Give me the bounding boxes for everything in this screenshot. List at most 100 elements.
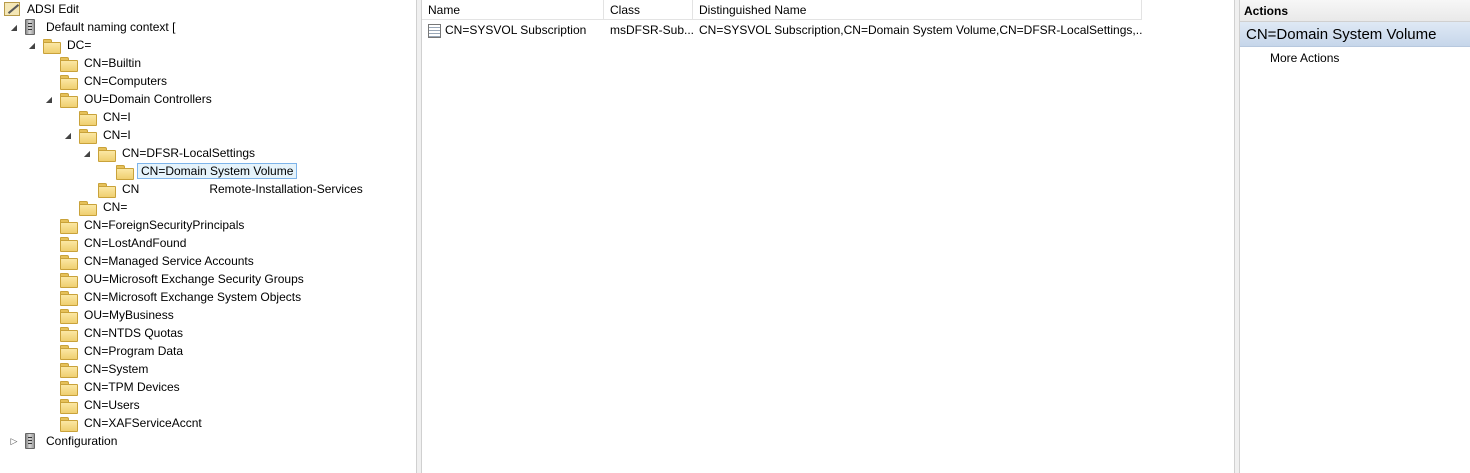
result-list: Name Class Distinguished Name CN=SYSVOL … [422, 0, 1234, 473]
tree-node-label: CN=ForeignSecurityPrincipals [84, 218, 245, 232]
tree-node-domain-system-volume[interactable]: CN=Domain System Volume [116, 162, 298, 180]
tree-node-exchange-security-groups[interactable]: OU=Microsoft Exchange Security Groups [60, 270, 307, 288]
expand-arrow-icon[interactable]: ▷ [8, 435, 20, 447]
more-actions-label: More Actions [1270, 51, 1340, 65]
expand-arrow-icon[interactable]: ◢ [43, 93, 55, 105]
tree-node-label: CN=XAFServiceAccnt [84, 416, 202, 430]
folder-icon [60, 290, 78, 306]
folder-icon [60, 380, 78, 396]
tree-node-computers[interactable]: CN=Computers [60, 72, 170, 90]
folder-icon [43, 38, 61, 54]
tree-node-tpm-devices[interactable]: CN=TPM Devices [60, 378, 183, 396]
tree-node-label: CN=I [103, 128, 131, 142]
tree-node-users[interactable]: CN=Users [60, 396, 143, 414]
tree-node-label: OU=Domain Controllers [84, 92, 212, 106]
console-tree: ADSI Edit ◢ Default naming context [ ◢ D… [0, 0, 416, 473]
actions-group-header[interactable]: CN=Domain System Volume [1240, 22, 1470, 47]
tree-node-label: CN=System [84, 362, 149, 376]
tree-node-default-naming-context[interactable]: ◢ Default naming context [ [8, 18, 178, 36]
tree-node-dc[interactable]: ◢ DC= [26, 36, 94, 54]
tree-node-program-data[interactable]: CN=Program Data [60, 342, 186, 360]
column-header-name[interactable]: Name [422, 0, 604, 20]
tree-node-ntds-quotas[interactable]: CN=NTDS Quotas [60, 324, 186, 342]
actions-pane: Actions CN=Domain System Volume More Act… [1240, 0, 1470, 473]
server-icon [25, 19, 35, 35]
tree-node-label: OU=Microsoft Exchange Security Groups [84, 272, 304, 286]
tree-node-cn-i-2[interactable]: ◢ CN=I [62, 126, 134, 144]
more-actions-item[interactable]: More Actions [1240, 47, 1470, 69]
tree-root-label: ADSI Edit [27, 2, 80, 16]
cell-distinguished-name: CN=SYSVOL Subscription,CN=Domain System … [699, 23, 1142, 37]
server-icon [25, 433, 35, 449]
folder-icon [60, 308, 78, 324]
submenu-arrow-icon [1248, 47, 1260, 69]
tree-node-label: CN=Users [84, 398, 140, 412]
cell-class: msDFSR-Sub... [610, 23, 693, 37]
object-icon [428, 23, 441, 38]
folder-icon [60, 74, 78, 90]
tree-node-label: CN=NTDS Quotas [84, 326, 184, 340]
tree-node-label: CN=Computers [84, 74, 168, 88]
expand-arrow-icon[interactable]: ◢ [26, 39, 38, 51]
tree-node-domain-controllers[interactable]: ◢ OU=Domain Controllers [43, 90, 215, 108]
tree-node-cn-blank[interactable]: CN= [79, 198, 130, 216]
cell-name-text: CN=SYSVOL Subscription [445, 23, 587, 37]
tree-node-cn-i-1[interactable]: CN=I [79, 108, 134, 126]
tree-node-system[interactable]: CN=System [60, 360, 151, 378]
tree-node-mybusiness[interactable]: OU=MyBusiness [60, 306, 177, 324]
tree-node-label: OU=MyBusiness [84, 308, 174, 322]
expand-arrow-icon[interactable]: ◢ [62, 129, 74, 141]
folder-icon [116, 164, 134, 180]
tree-node-label: CN [122, 182, 140, 196]
cell-name: CN=SYSVOL Subscription [422, 20, 604, 40]
tree-node-label: CN=TPM Devices [84, 380, 180, 394]
tree-node-xafserviceaccnt[interactable]: CN=XAFServiceAccnt [60, 414, 205, 432]
tree-node-remote-installation-services[interactable]: CN Remote-Installation-Services [98, 180, 366, 198]
folder-icon [79, 200, 97, 216]
tree-node-configuration[interactable]: ▷ Configuration [8, 432, 120, 450]
tree-node-label: Default naming context [ [46, 20, 176, 34]
tree-node-label: CN= [103, 200, 128, 214]
tree-node-label: CN=DFSR-LocalSettings [122, 146, 256, 160]
tree-node-exchange-system-objects[interactable]: CN=Microsoft Exchange System Objects [60, 288, 304, 306]
folder-icon [60, 56, 78, 72]
folder-icon [60, 218, 78, 234]
tree-node-label: CN=I [103, 110, 131, 124]
folder-icon [60, 92, 78, 108]
folder-icon [60, 272, 78, 288]
folder-icon [98, 182, 116, 198]
tree-node-builtin[interactable]: CN=Builtin [60, 54, 144, 72]
tree-node-label: DC= [67, 38, 92, 52]
folder-icon [60, 362, 78, 378]
tree-node-lost-and-found[interactable]: CN=LostAndFound [60, 234, 189, 252]
folder-icon [60, 344, 78, 360]
expand-arrow-icon[interactable]: ◢ [81, 147, 93, 159]
folder-icon [60, 398, 78, 414]
folder-icon [79, 110, 97, 126]
folder-icon [79, 128, 97, 144]
column-header-class[interactable]: Class [604, 0, 693, 20]
tree-node-label-suffix: Remote-Installation-Services [209, 182, 363, 196]
column-header-distinguished-name[interactable]: Distinguished Name [693, 0, 1142, 20]
tree-node-dfsr-localsettings[interactable]: ◢ CN=DFSR-LocalSettings [81, 144, 258, 162]
tree-node-label: CN=Microsoft Exchange System Objects [84, 290, 302, 304]
adsi-edit-icon [4, 2, 20, 16]
tree-node-label: CN=Domain System Volume [137, 163, 298, 179]
actions-title: Actions [1240, 0, 1470, 22]
folder-icon [60, 326, 78, 342]
list-header: Name Class Distinguished Name [422, 0, 1142, 20]
tree-node-label: CN=LostAndFound [84, 236, 187, 250]
list-row[interactable]: CN=SYSVOL Subscription msDFSR-Sub... CN=… [422, 20, 1142, 40]
folder-icon [98, 146, 116, 162]
tree-node-label: CN=Managed Service Accounts [84, 254, 254, 268]
tree-node-foreign-security-principals[interactable]: CN=ForeignSecurityPrincipals [60, 216, 247, 234]
folder-icon [60, 236, 78, 252]
expand-arrow-icon[interactable]: ◢ [8, 21, 20, 33]
folder-icon [60, 254, 78, 270]
tree-node-managed-service-accounts[interactable]: CN=Managed Service Accounts [60, 252, 257, 270]
tree-node-label: Configuration [46, 434, 118, 448]
tree-node-label: CN=Builtin [84, 56, 142, 70]
tree-node-label: CN=Program Data [84, 344, 184, 358]
folder-icon [60, 416, 78, 432]
tree-root-adsi-edit[interactable]: ADSI Edit [4, 0, 82, 18]
